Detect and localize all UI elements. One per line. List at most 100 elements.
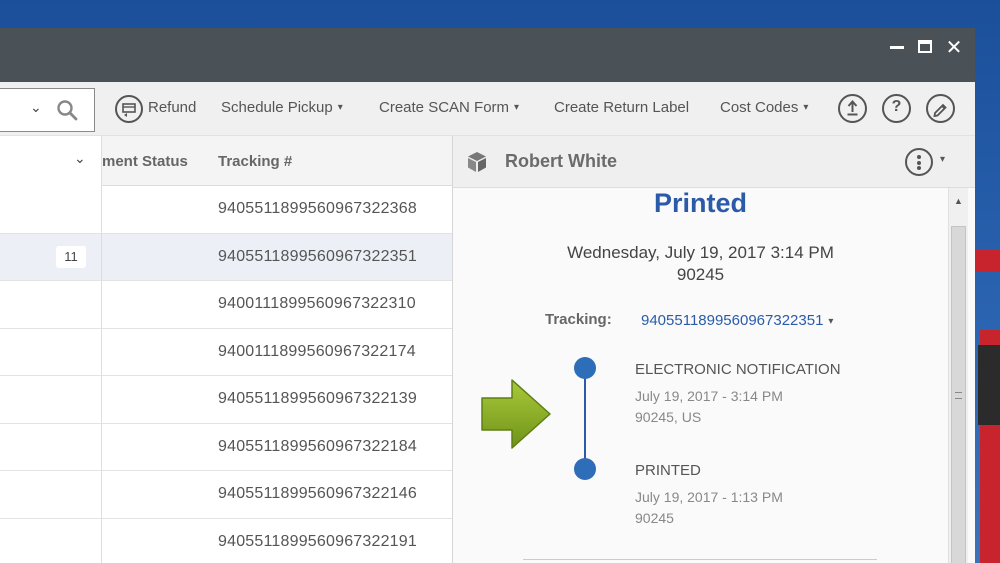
column-header-status[interactable]: ment Status — [102, 153, 188, 170]
box-icon — [468, 152, 486, 172]
event-title: PRINTED — [635, 462, 701, 479]
chevron-down-icon: ▾ — [803, 102, 809, 113]
event-time: July 19, 2017 - 3:14 PM — [635, 388, 783, 404]
create-scan-form-label: Create SCAN Form — [379, 99, 510, 116]
tracking-label: Tracking: — [545, 311, 612, 328]
status-date: Wednesday, July 19, 2017 3:14 PM — [567, 243, 834, 262]
row-tracking-number: 9400111899560967322174 — [218, 342, 416, 360]
event-time: July 19, 2017 - 1:13 PM — [635, 489, 783, 505]
row-status: ed — [102, 486, 122, 504]
toolbar: ⌄ Refund Schedule Pickup ▾ Create SCAN Fo… — [0, 82, 975, 136]
row-tracking-number: 9405511899560967322184 — [218, 437, 417, 455]
shipment-detail-panel: Robert White ▾ Printed Wednesday, July 1… — [452, 136, 975, 563]
event-location: 90245 — [635, 510, 674, 526]
table-row[interactable]: ed 9405511899560967322191 — [0, 518, 452, 563]
search-field[interactable]: ⌄ — [0, 88, 95, 132]
create-return-label-button[interactable]: Create Return Label — [554, 99, 689, 116]
vertical-scrollbar[interactable]: ▲ — [948, 188, 968, 563]
table-row[interactable]: ed 9405511899560967322146 — [0, 471, 452, 519]
table-header: ⌄ ment Status Tracking # — [0, 136, 452, 186]
table-row[interactable]: ed 9405511899560967322184 — [0, 423, 452, 471]
row-status: ed — [102, 391, 122, 409]
upload-icon — [847, 99, 858, 116]
column-header-tracking[interactable]: Tracking # — [218, 153, 292, 170]
table-row[interactable]: ed 9405511899560967322368 — [0, 186, 452, 234]
schedule-pickup-label: Schedule Pickup — [221, 99, 333, 116]
count-badge: 11 — [56, 245, 86, 268]
event-title: ELECTRONIC NOTIFICATION — [635, 361, 841, 378]
chevron-down-icon[interactable]: ⌄ — [74, 150, 86, 167]
scroll-grip-icon — [955, 392, 962, 399]
upload-button[interactable] — [838, 94, 867, 123]
chevron-down-icon[interactable]: ⌄ — [30, 99, 42, 116]
close-button[interactable]: ✕ — [943, 36, 965, 58]
panel-body: Printed Wednesday, July 19, 2017 3:14 PM… — [453, 188, 948, 563]
row-tracking-number: 9405511899560967322191 — [218, 532, 417, 550]
edit-button[interactable] — [926, 94, 955, 123]
tracking-number-dropdown[interactable]: 9405511899560967322351 ▾ — [641, 312, 833, 329]
title-bar: ✕ — [0, 28, 975, 82]
maximize-button[interactable] — [914, 36, 936, 58]
table-row[interactable]: ed 9400111899560967322310 — [0, 281, 452, 329]
row-left-cell — [0, 186, 102, 233]
search-icon[interactable] — [56, 99, 78, 121]
panel-header: Robert White ▾ — [453, 136, 975, 188]
help-button[interactable]: ? — [882, 94, 911, 123]
row-tracking-number: 9400111899560967322310 — [218, 295, 416, 312]
chevron-down-icon[interactable]: ▾ — [940, 154, 945, 165]
row-tracking-number: 9405511899560967322368 — [218, 200, 417, 217]
row-left-cell — [0, 471, 102, 518]
timeline-dot — [574, 458, 596, 480]
chevron-down-icon: ▾ — [337, 102, 343, 113]
chevron-down-icon: ▾ — [828, 316, 834, 327]
tracking-number-link: 9405511899560967322351 — [641, 312, 824, 329]
minimize-button[interactable] — [886, 30, 908, 52]
background-red-block — [972, 250, 1000, 272]
more-options-button[interactable] — [905, 148, 933, 176]
row-left-cell — [0, 376, 102, 423]
row-left-cell — [0, 518, 102, 563]
table-row[interactable]: ed 9400111899560967322174 — [0, 328, 452, 376]
shipments-table: ⌄ ment Status Tracking # ed 940551189956… — [0, 136, 452, 563]
column-selector[interactable]: ⌄ — [0, 136, 102, 186]
app-window: ✕ ⌄ Refund Schedule Pickup ▾ Create SCAN … — [0, 28, 975, 563]
table-row[interactable]: ed 9405511899560967322139 — [0, 376, 452, 424]
row-left-cell: 11 — [0, 233, 102, 280]
maximize-icon — [918, 40, 932, 53]
row-tracking-number: 9405511899560967322139 — [218, 390, 417, 407]
row-left-cell — [0, 328, 102, 375]
schedule-pickup-button[interactable]: Schedule Pickup ▾ — [221, 99, 343, 116]
create-scan-form-button[interactable]: Create SCAN Form ▾ — [379, 99, 519, 116]
scroll-up-icon[interactable]: ▲ — [954, 196, 963, 206]
cost-codes-label: Cost Codes — [720, 99, 799, 116]
help-icon: ? — [891, 98, 902, 115]
row-tracking-number: 9405511899560967322146 — [218, 485, 417, 502]
table-body: ed 9405511899560967322368 11 ed 94055118… — [0, 186, 452, 563]
row-status: ed — [102, 201, 122, 219]
timeline-line — [584, 368, 586, 470]
row-tracking-number: 9405511899560967322351 — [218, 247, 417, 265]
row-status: ed — [102, 439, 122, 457]
recipient-name: Robert White — [505, 151, 617, 171]
row-status: ed — [102, 344, 122, 362]
status-zip: 90245 — [676, 265, 725, 284]
background-dark-block — [978, 345, 1000, 425]
refund-button[interactable]: Refund — [148, 99, 196, 116]
row-status: ed — [102, 249, 122, 267]
divider — [523, 559, 877, 560]
scrollbar-thumb[interactable] — [951, 226, 966, 563]
shipment-status-title: Printed — [653, 188, 747, 218]
event-location: 90245, US — [635, 409, 702, 425]
row-left-cell — [0, 423, 102, 470]
row-left-cell — [0, 281, 102, 328]
refund-icon[interactable] — [114, 94, 144, 124]
row-status: ed — [102, 296, 122, 314]
cost-codes-button[interactable]: Cost Codes ▾ — [720, 99, 808, 116]
row-status: ed — [102, 534, 122, 552]
timeline-dot — [574, 357, 596, 379]
chevron-down-icon: ▾ — [514, 102, 520, 113]
edit-icon — [933, 103, 947, 118]
green-arrow-icon — [481, 379, 551, 449]
table-row-selected[interactable]: 11 ed 9405511899560967322351 — [0, 233, 452, 281]
minimize-icon — [890, 46, 904, 49]
